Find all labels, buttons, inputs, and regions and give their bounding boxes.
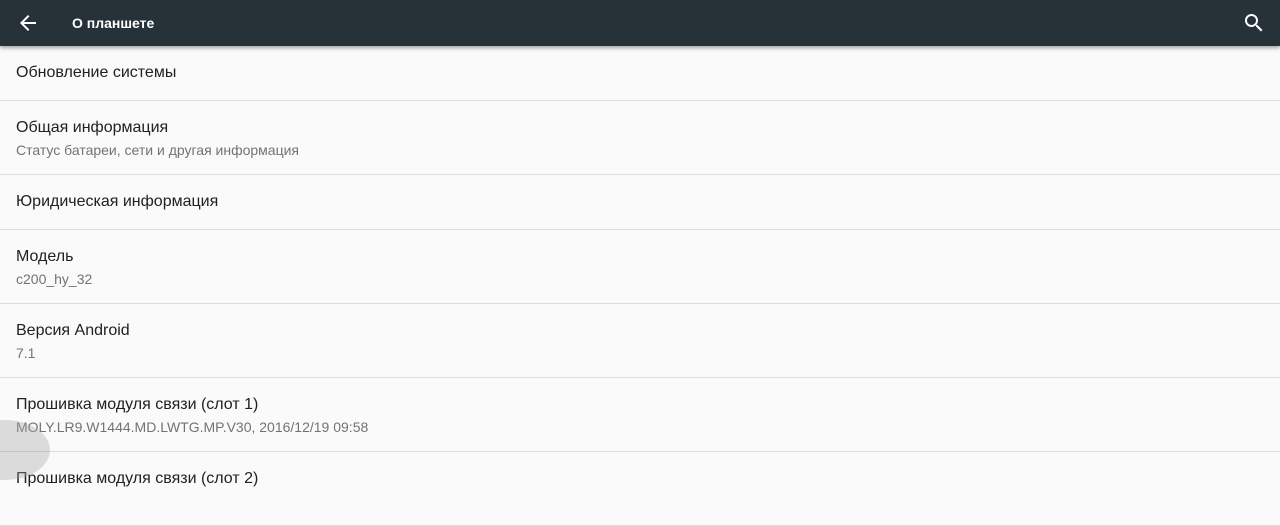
page-title: О планшете bbox=[72, 15, 155, 31]
list-item-summary: Статус батареи, сети и другая информация bbox=[16, 142, 300, 158]
search-button[interactable] bbox=[1234, 3, 1274, 43]
list-item-title: Модель bbox=[16, 248, 74, 265]
list-item-title: Юридическая информация bbox=[16, 193, 219, 210]
arrow-back-icon bbox=[20, 15, 36, 31]
list-item-title: Прошивка модуля связи (слот 1) bbox=[16, 396, 259, 413]
list-item-summary: MOLY.LR9.W1444.MD.LWTG.MP.V30, 2016/12/1… bbox=[16, 419, 369, 435]
list-item-legal-info[interactable]: Юридическая информация bbox=[0, 175, 1280, 230]
list-item-model[interactable]: Модель c200_hy_32 bbox=[0, 230, 1280, 304]
search-icon bbox=[1245, 14, 1263, 32]
list-item-summary: c200_hy_32 bbox=[16, 271, 93, 287]
list-item-system-update[interactable]: Обновление системы bbox=[0, 46, 1280, 101]
list-item-title: Обновление системы bbox=[16, 64, 177, 81]
list-item-general-info[interactable]: Общая информация Статус батареи, сети и … bbox=[0, 101, 1280, 175]
back-button[interactable] bbox=[8, 3, 48, 43]
list-item-summary: 7.1 bbox=[16, 345, 36, 361]
list-item-title: Версия Android bbox=[16, 322, 130, 339]
settings-list: Обновление системы Общая информация Стат… bbox=[0, 46, 1280, 526]
app-bar: О планшете bbox=[0, 0, 1280, 46]
list-item-title: Общая информация bbox=[16, 119, 169, 136]
list-item-title: Прошивка модуля связи (слот 2) bbox=[16, 470, 259, 487]
list-item-baseband-slot2[interactable]: Прошивка модуля связи (слот 2) bbox=[0, 452, 1280, 526]
list-item-baseband-slot1[interactable]: Прошивка модуля связи (слот 1) MOLY.LR9.… bbox=[0, 378, 1280, 452]
list-item-android-version[interactable]: Версия Android 7.1 bbox=[0, 304, 1280, 378]
